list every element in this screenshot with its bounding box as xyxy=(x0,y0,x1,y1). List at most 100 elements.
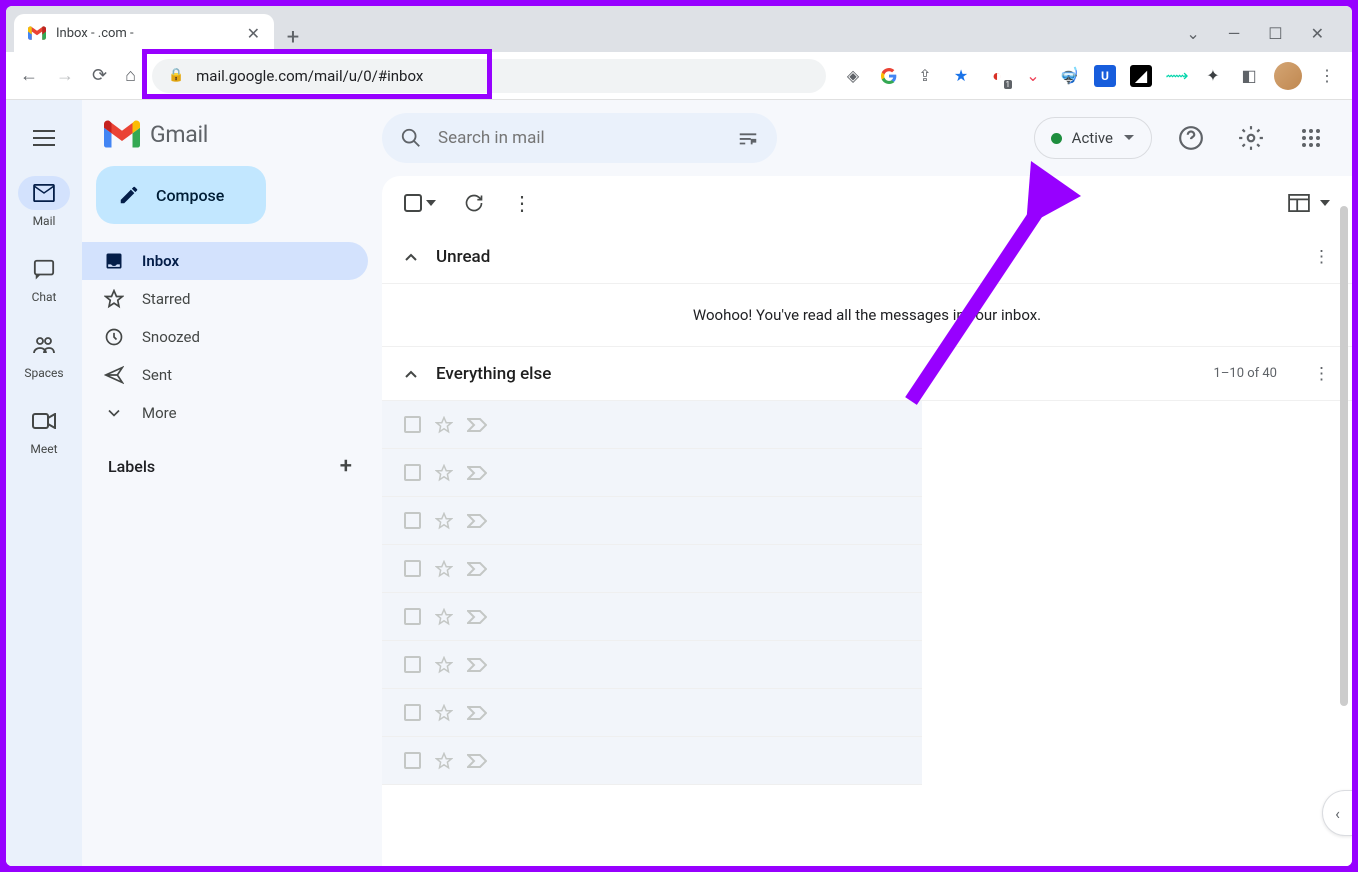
star-icon[interactable] xyxy=(435,752,453,770)
folder-snoozed[interactable]: Snoozed xyxy=(82,318,368,356)
brand[interactable]: Gmail xyxy=(82,110,382,166)
section-menu-icon[interactable]: ⋮ xyxy=(1313,364,1330,384)
rail-item-chat[interactable]: Chat xyxy=(6,244,82,312)
scrollbar[interactable] xyxy=(1340,206,1348,706)
mail-row[interactable] xyxy=(382,497,922,545)
row-checkbox[interactable] xyxy=(404,656,421,673)
important-icon[interactable] xyxy=(467,562,487,576)
apps-button[interactable] xyxy=(1290,117,1332,159)
google-icon[interactable] xyxy=(878,65,900,87)
forward-icon[interactable]: → xyxy=(56,65,74,86)
extension-icon[interactable]: ⟿ xyxy=(1166,65,1188,87)
section-header-other[interactable]: Everything else 1–10 of 40 ⋮ xyxy=(382,347,1352,401)
chrome-menu-icon[interactable]: ⋮ xyxy=(1316,65,1338,87)
rail-item-spaces[interactable]: Spaces xyxy=(6,320,82,388)
settings-button[interactable] xyxy=(1230,117,1272,159)
maximize-icon[interactable]: ☐ xyxy=(1268,24,1282,43)
mail-row[interactable] xyxy=(382,641,922,689)
extension-icon[interactable]: U xyxy=(1094,65,1116,87)
important-icon[interactable] xyxy=(467,754,487,768)
extension-icon[interactable]: 🤿 xyxy=(1058,65,1080,87)
row-checkbox[interactable] xyxy=(404,608,421,625)
support-button[interactable] xyxy=(1170,117,1212,159)
gmail-logo-icon xyxy=(104,120,140,148)
important-icon[interactable] xyxy=(467,418,487,432)
minimize-icon[interactable]: ― xyxy=(1228,24,1241,43)
pencil-icon xyxy=(118,184,140,206)
close-tab-icon[interactable]: ✕ xyxy=(247,24,260,43)
star-icon[interactable] xyxy=(435,656,453,674)
search-input[interactable] xyxy=(438,128,721,148)
star-icon[interactable] xyxy=(435,464,453,482)
mail-row[interactable] xyxy=(382,737,922,785)
important-icon[interactable] xyxy=(467,466,487,480)
folder-starred[interactable]: Starred xyxy=(82,280,368,318)
chevron-down-icon[interactable]: ⌄ xyxy=(1186,24,1199,43)
browser-tab[interactable]: Inbox - .com - ✕ xyxy=(14,14,274,52)
star-icon[interactable] xyxy=(435,560,453,578)
mail-row[interactable] xyxy=(382,449,922,497)
window-controls: ⌄ ― ☐ ✕ xyxy=(1186,24,1344,43)
new-tab-button[interactable]: + xyxy=(278,22,308,52)
reload-icon[interactable]: ⟳ xyxy=(92,65,107,86)
row-checkbox[interactable] xyxy=(404,464,421,481)
row-checkbox[interactable] xyxy=(404,512,421,529)
section-header-unread[interactable]: Unread ⋮ xyxy=(382,230,1352,284)
folder-inbox[interactable]: Inbox xyxy=(82,242,368,280)
more-menu-icon[interactable]: ⋮ xyxy=(512,191,532,215)
rail-item-meet[interactable]: Meet xyxy=(6,396,82,464)
important-icon[interactable] xyxy=(467,514,487,528)
star-icon[interactable] xyxy=(435,416,453,434)
address-bar[interactable]: 🔒 mail.google.com/mail/u/0/#inbox xyxy=(152,59,826,93)
side-panel-icon[interactable]: ◧ xyxy=(1238,65,1260,87)
important-icon[interactable] xyxy=(467,610,487,624)
compose-button[interactable]: Compose xyxy=(96,166,266,224)
mail-row[interactable] xyxy=(382,689,922,737)
pocket-icon[interactable]: ⌄ xyxy=(1022,65,1044,87)
row-checkbox[interactable] xyxy=(404,560,421,577)
refresh-icon[interactable] xyxy=(464,193,484,213)
important-icon[interactable] xyxy=(467,706,487,720)
add-label-button[interactable]: + xyxy=(340,454,352,479)
search-box[interactable] xyxy=(382,113,777,163)
mail-row[interactable] xyxy=(382,545,922,593)
extension-icon[interactable]: ◈ xyxy=(842,65,864,87)
dropdown-icon xyxy=(426,200,436,206)
chat-icon xyxy=(33,258,55,280)
share-icon[interactable]: ⇪ xyxy=(914,65,936,87)
profile-avatar[interactable] xyxy=(1274,62,1302,90)
rail-item-mail[interactable]: Mail xyxy=(6,168,82,236)
row-checkbox[interactable] xyxy=(404,752,421,769)
folder-sent[interactable]: Sent xyxy=(82,356,368,394)
collapse-icon[interactable] xyxy=(404,369,418,379)
row-checkbox[interactable] xyxy=(404,704,421,721)
extension-icon[interactable]: ◐1 xyxy=(986,65,1008,87)
important-icon[interactable] xyxy=(467,658,487,672)
mail-row[interactable] xyxy=(382,593,922,641)
chevron-down-icon xyxy=(104,403,124,423)
main-menu-button[interactable] xyxy=(22,116,66,160)
star-icon[interactable] xyxy=(435,608,453,626)
back-icon[interactable]: ← xyxy=(20,65,38,86)
browser-toolbar: ← → ⟳ ⌂ 🔒 mail.google.com/mail/u/0/#inbo… xyxy=(6,52,1352,100)
star-icon[interactable] xyxy=(435,512,453,530)
extension-icon[interactable]: ◢ xyxy=(1130,65,1152,87)
status-button[interactable]: Active xyxy=(1034,117,1152,159)
dropdown-icon[interactable] xyxy=(1320,200,1330,206)
mail-row[interactable] xyxy=(382,401,922,449)
tune-icon[interactable] xyxy=(737,127,759,149)
extensions-puzzle-icon[interactable]: ✦ xyxy=(1202,65,1224,87)
collapse-icon[interactable] xyxy=(404,252,418,262)
tab-title: Inbox - .com - xyxy=(56,26,134,41)
home-icon[interactable]: ⌂ xyxy=(125,65,136,86)
section-menu-icon[interactable]: ⋮ xyxy=(1313,247,1330,267)
split-pane-icon[interactable] xyxy=(1288,194,1310,212)
close-window-icon[interactable]: ✕ xyxy=(1311,24,1324,43)
bookmark-star-icon[interactable]: ★ xyxy=(950,65,972,87)
clock-icon xyxy=(104,327,124,347)
main-area: Active xyxy=(382,100,1352,866)
row-checkbox[interactable] xyxy=(404,416,421,433)
select-all-checkbox[interactable] xyxy=(404,194,436,212)
star-icon[interactable] xyxy=(435,704,453,722)
folder-more[interactable]: More xyxy=(82,394,368,432)
